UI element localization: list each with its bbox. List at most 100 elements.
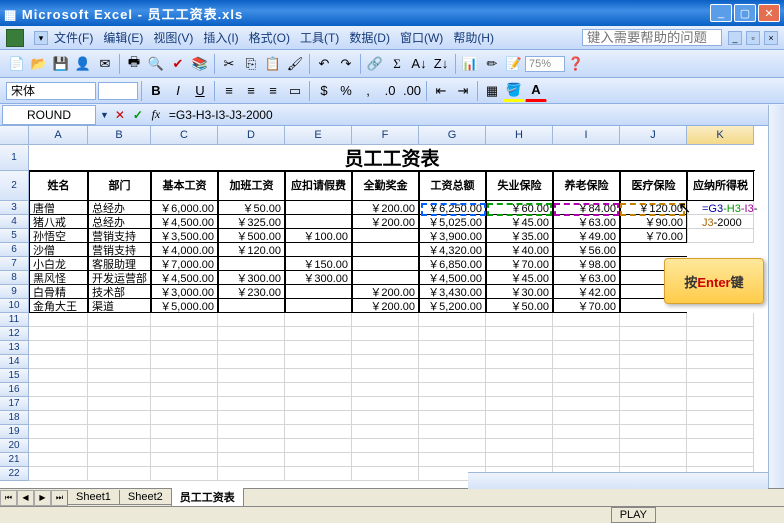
copy-icon[interactable]: ⎘ xyxy=(240,53,262,75)
cell[interactable] xyxy=(687,341,754,355)
undo-icon[interactable]: ↶ xyxy=(313,53,335,75)
cell[interactable]: ￥70.00 xyxy=(553,299,620,313)
row-header[interactable]: 8 xyxy=(0,271,29,285)
cell[interactable] xyxy=(486,383,553,397)
cell[interactable] xyxy=(419,411,486,425)
cell[interactable] xyxy=(218,425,285,439)
cell[interactable] xyxy=(218,313,285,327)
cell[interactable] xyxy=(352,257,419,271)
cell[interactable] xyxy=(88,411,151,425)
table-header[interactable]: 应纳所得税 xyxy=(687,171,754,201)
sort-desc-icon[interactable]: Z↓ xyxy=(430,53,452,75)
scrollbar-horizontal[interactable] xyxy=(468,472,768,489)
cell[interactable] xyxy=(218,397,285,411)
col-header[interactable]: C xyxy=(151,126,218,145)
cell[interactable] xyxy=(553,355,620,369)
row-header[interactable]: 19 xyxy=(0,425,29,439)
cell[interactable] xyxy=(687,397,754,411)
row-header[interactable]: 3 xyxy=(0,201,29,215)
col-header[interactable]: J xyxy=(620,126,687,145)
row-header[interactable]: 11 xyxy=(0,313,29,327)
cell[interactable] xyxy=(352,383,419,397)
preview-icon[interactable]: 🔍 xyxy=(145,53,167,75)
spell-icon[interactable]: ✔ xyxy=(167,53,189,75)
table-header[interactable]: 失业保险 xyxy=(486,171,553,201)
cell[interactable] xyxy=(285,313,352,327)
cell[interactable] xyxy=(687,215,754,229)
row-header[interactable]: 14 xyxy=(0,355,29,369)
tab-first-icon[interactable]: ⏮ xyxy=(0,490,17,506)
merge-icon[interactable]: ▭ xyxy=(284,80,306,102)
row-header[interactable]: 15 xyxy=(0,369,29,383)
cell[interactable] xyxy=(285,285,352,299)
cell[interactable]: ￥5,000.00 xyxy=(151,299,218,313)
cell[interactable] xyxy=(29,411,88,425)
help-search-input[interactable] xyxy=(582,29,722,46)
cell[interactable] xyxy=(553,397,620,411)
col-header[interactable]: F xyxy=(352,126,419,145)
cell[interactable] xyxy=(687,425,754,439)
cell[interactable] xyxy=(218,439,285,453)
cell[interactable] xyxy=(486,327,553,341)
cell[interactable] xyxy=(352,229,419,243)
print-icon[interactable]: 🖶 xyxy=(123,53,145,75)
row-header[interactable]: 12 xyxy=(0,327,29,341)
cell[interactable] xyxy=(88,467,151,481)
cell[interactable] xyxy=(285,355,352,369)
cell[interactable] xyxy=(352,453,419,467)
cell[interactable] xyxy=(218,369,285,383)
formula-input[interactable]: =G3-H3-I3-J3-2000 xyxy=(165,106,784,124)
cell[interactable] xyxy=(419,313,486,327)
cell[interactable] xyxy=(218,327,285,341)
cell[interactable] xyxy=(687,229,754,243)
cell[interactable] xyxy=(553,439,620,453)
menu-tools[interactable]: 工具(T) xyxy=(296,27,343,48)
cell[interactable] xyxy=(151,425,218,439)
menu-view[interactable]: 视图(V) xyxy=(149,27,197,48)
select-all-corner[interactable] xyxy=(0,126,29,145)
cell[interactable] xyxy=(620,327,687,341)
cell[interactable] xyxy=(151,397,218,411)
dec-indent-icon[interactable]: ⇤ xyxy=(430,80,452,102)
cell[interactable] xyxy=(285,341,352,355)
cell[interactable] xyxy=(285,397,352,411)
cell[interactable] xyxy=(419,439,486,453)
cell[interactable] xyxy=(88,425,151,439)
cell[interactable] xyxy=(687,369,754,383)
row-header[interactable]: 7 xyxy=(0,257,29,271)
table-header[interactable]: 加班工资 xyxy=(218,171,285,201)
cell[interactable] xyxy=(352,397,419,411)
cell[interactable] xyxy=(419,327,486,341)
cell[interactable] xyxy=(29,313,88,327)
menu-help[interactable]: 帮助(H) xyxy=(449,27,498,48)
play-button[interactable]: PLAY xyxy=(611,507,656,523)
cell[interactable] xyxy=(553,425,620,439)
cell[interactable] xyxy=(419,425,486,439)
col-header[interactable]: G xyxy=(419,126,486,145)
cell[interactable] xyxy=(352,327,419,341)
col-header[interactable]: H xyxy=(486,126,553,145)
inc-indent-icon[interactable]: ⇥ xyxy=(452,80,474,102)
cell[interactable]: ￥70.00 xyxy=(620,229,687,243)
sheet-tab-active[interactable]: 员工工资表 xyxy=(171,488,244,507)
cell[interactable] xyxy=(620,369,687,383)
cell[interactable] xyxy=(352,369,419,383)
name-box-dropdown-icon[interactable]: ▼ xyxy=(98,110,111,120)
cell[interactable]: ￥120.00 xyxy=(218,243,285,257)
cell[interactable] xyxy=(29,467,88,481)
cell[interactable] xyxy=(486,369,553,383)
table-header[interactable]: 部门 xyxy=(88,171,151,201)
cell[interactable] xyxy=(285,327,352,341)
cell[interactable] xyxy=(486,411,553,425)
menu-insert[interactable]: 插入(I) xyxy=(199,27,242,48)
cell[interactable] xyxy=(151,383,218,397)
tab-prev-icon[interactable]: ◀ xyxy=(17,490,34,506)
row-header[interactable]: 18 xyxy=(0,411,29,425)
cell[interactable] xyxy=(352,243,419,257)
cell[interactable] xyxy=(285,383,352,397)
close-button[interactable]: ✕ xyxy=(758,4,780,22)
cell[interactable] xyxy=(620,341,687,355)
cell[interactable] xyxy=(285,299,352,313)
cell[interactable] xyxy=(88,397,151,411)
minimize-button[interactable]: _ xyxy=(710,4,732,22)
